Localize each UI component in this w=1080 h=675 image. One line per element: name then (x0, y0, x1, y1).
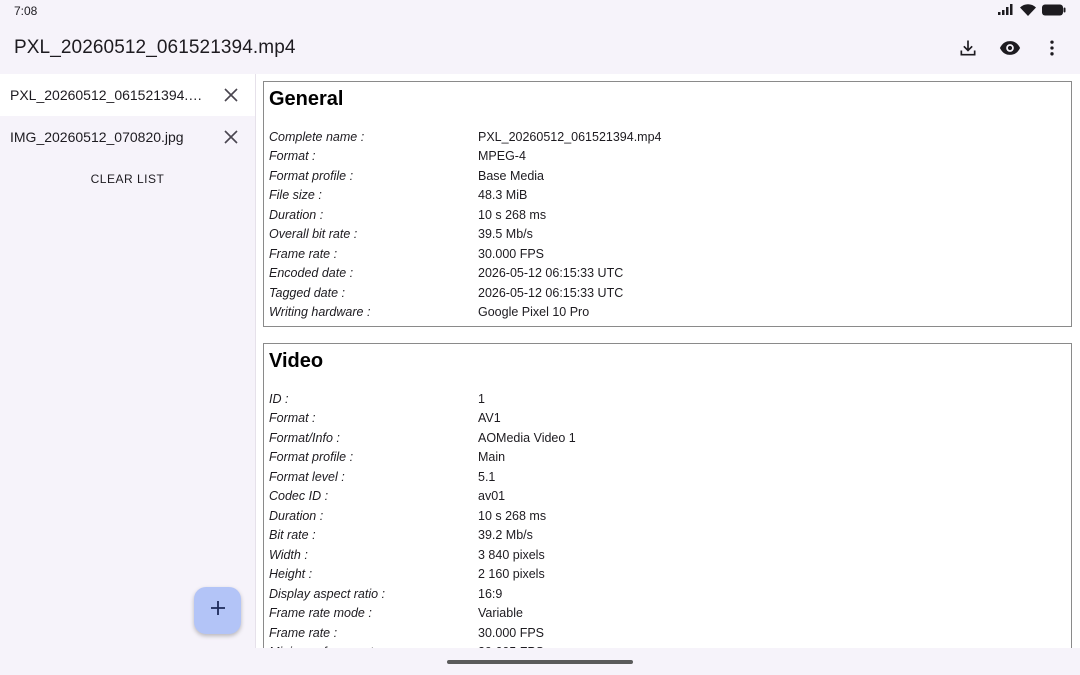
gesture-handle[interactable] (447, 659, 633, 664)
info-row: Overall bit rate : 39.5 Mb/s (269, 225, 1066, 245)
info-key: Encoded date : (269, 266, 354, 281)
info-value: AV1 (478, 411, 501, 426)
info-value: 39.5 Mb/s (478, 227, 533, 242)
info-value: 48.3 MiB (478, 188, 528, 203)
info-key: Format : (269, 411, 316, 426)
section-title: Video (269, 350, 324, 372)
info-row: Format : AV1 (269, 409, 1066, 429)
info-key: Duration : (269, 508, 324, 523)
clear-list-button[interactable]: CLEAR LIST (0, 172, 255, 186)
info-value: Google Pixel 10 Pro (478, 305, 590, 320)
section-general: General Complete name : PXL_20260512_0615… (263, 81, 1072, 327)
info-key: Format profile : (269, 450, 354, 465)
info-value: 1 (478, 391, 485, 406)
info-value: 10 s 268 ms (478, 207, 547, 222)
info-key: Format : (269, 149, 316, 164)
download-icon[interactable] (956, 36, 980, 60)
file-list-item[interactable]: IMG_20260512_070820.jpg (0, 116, 255, 158)
info-row: File size : 48.3 MiB (269, 186, 1066, 206)
eye-icon[interactable] (998, 36, 1022, 60)
info-key: Bit rate : (269, 528, 316, 543)
info-row: Format profile : Main (269, 448, 1066, 468)
info-value: Variable (478, 606, 523, 621)
navigation-bar (0, 648, 1080, 675)
info-key: Duration : (269, 207, 324, 222)
info-value: av01 (478, 489, 506, 504)
add-file-button[interactable] (194, 587, 241, 634)
info-row: Format profile : Base Media (269, 166, 1066, 186)
info-value: 30.000 FPS (478, 625, 545, 640)
info-row: ID : 1 (269, 389, 1066, 409)
info-row: Duration : 10 s 268 ms (269, 506, 1066, 526)
file-list-item[interactable]: PXL_20260512_061521394.mp4 (0, 74, 255, 116)
info-value: 30.000 FPS (478, 246, 545, 261)
info-row: Codec ID : av01 (269, 487, 1066, 507)
file-list-item-label: PXL_20260512_061521394.mp4 (10, 87, 210, 103)
info-value: AOMedia Video 1 (478, 430, 576, 445)
info-key: ID : (269, 391, 289, 406)
file-list-item-label: IMG_20260512_070820.jpg (10, 129, 184, 145)
info-value: Base Media (478, 168, 545, 183)
info-key: Display aspect ratio : (269, 586, 386, 601)
info-row: Complete name : PXL_20260512_061521394.mp… (269, 127, 1066, 147)
battery-icon (1042, 4, 1066, 19)
info-value: 10 s 268 ms (478, 508, 547, 523)
info-row: Display aspect ratio : 16:9 (269, 584, 1066, 604)
info-key: Frame rate mode : (269, 606, 372, 621)
info-key: Complete name : (269, 129, 365, 144)
info-key: Format/Info : (269, 430, 340, 445)
info-value: PXL_20260512_061521394.mp4 (478, 129, 662, 144)
info-row: Format : MPEG-4 (269, 147, 1066, 167)
status-time: 7:08 (14, 4, 38, 18)
info-value: 39.2 Mb/s (478, 528, 533, 543)
info-row: Frame rate mode : Variable (269, 604, 1066, 624)
section-video: Video ID : 1 Format : AV1 Format/Info : AOMed… (263, 343, 1072, 648)
info-value: MPEG-4 (478, 149, 526, 164)
close-icon[interactable] (219, 125, 243, 149)
info-key: Tagged date : (269, 285, 345, 300)
info-key: File size : (269, 188, 322, 203)
info-row: Bit rate : 39.2 Mb/s (269, 526, 1066, 546)
more-vert-icon[interactable] (1040, 36, 1064, 60)
info-key: Width : (269, 547, 308, 562)
info-key: Format level : (269, 469, 345, 484)
info-row: Frame rate : 30.000 FPS (269, 623, 1066, 643)
section-title: General (269, 88, 344, 110)
info-row: Format level : 5.1 (269, 467, 1066, 487)
info-value: Main (478, 450, 506, 465)
app-actions (956, 36, 1066, 60)
info-key: Format profile : (269, 168, 354, 183)
info-value: 5.1 (478, 469, 496, 484)
info-key: Writing hardware : (269, 305, 371, 320)
info-value: 2026-05-12 06:15:33 UTC (478, 266, 624, 281)
info-key: Codec ID : (269, 489, 329, 504)
info-key: Overall bit rate : (269, 227, 358, 242)
info-key: Frame rate : (269, 625, 338, 640)
file-list-sidebar: PXL_20260512_061521394.mp4 IMG_20260512_… (0, 74, 255, 648)
info-row: Writing hardware : Google Pixel 10 Pro (269, 303, 1066, 323)
info-value: 2 160 pixels (478, 567, 545, 582)
info-value: 2026-05-12 06:15:33 UTC (478, 285, 624, 300)
add-icon (210, 600, 226, 621)
status-icons (998, 3, 1066, 19)
info-value: 16:9 (478, 586, 503, 601)
info-row: Width : 3 840 pixels (269, 545, 1066, 565)
wifi-icon (1020, 3, 1036, 19)
info-row: Frame rate : 30.000 FPS (269, 244, 1066, 264)
signal-icon (998, 4, 1014, 18)
info-row: Tagged date : 2026-05-12 06:15:33 UTC (269, 283, 1066, 303)
app-bar: PXL_20260512_061521394.mp4 (0, 22, 1080, 74)
info-key: Height : (269, 567, 313, 582)
close-icon[interactable] (219, 83, 243, 107)
info-row: Height : 2 160 pixels (269, 565, 1066, 585)
info-row: Format/Info : AOMedia Video 1 (269, 428, 1066, 448)
info-row: Duration : 10 s 268 ms (269, 205, 1066, 225)
app-title: PXL_20260512_061521394.mp4 (14, 37, 296, 58)
info-value: 3 840 pixels (478, 547, 545, 562)
media-info-panel[interactable]: General Complete name : PXL_20260512_0615… (255, 74, 1080, 648)
info-row: Encoded date : 2026-05-12 06:15:33 UTC (269, 264, 1066, 284)
info-key: Frame rate : (269, 246, 338, 261)
status-bar: 7:08 (0, 0, 1080, 22)
